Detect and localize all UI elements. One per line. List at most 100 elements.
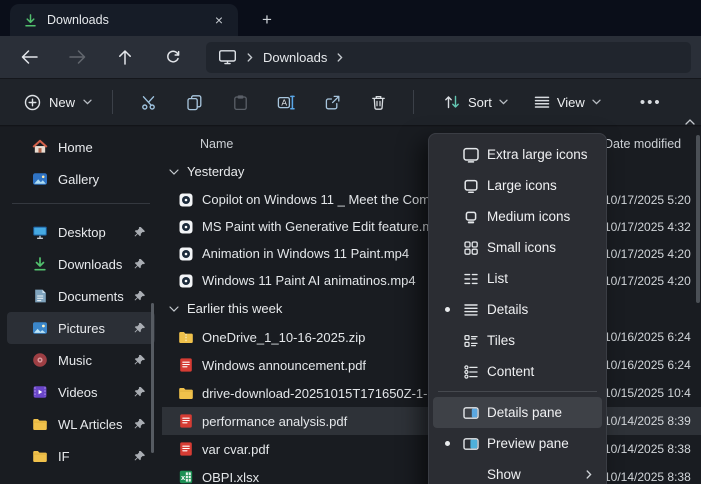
sidebar-item-if[interactable]: IF (7, 440, 155, 472)
list-scrollbar[interactable] (696, 135, 700, 303)
pin-icon (134, 290, 146, 302)
view-button-label: View (557, 95, 585, 110)
mp4-file-icon (178, 273, 194, 289)
menu-item-small-icons[interactable]: Small icons (433, 232, 602, 263)
view-dropdown-menu: Extra large icons Large icons Medium ico… (428, 133, 607, 484)
folder-icon (32, 416, 48, 432)
home-icon (32, 139, 48, 155)
sidebar-scrollbar[interactable] (151, 303, 154, 453)
download-icon (32, 256, 48, 272)
sidebar-item-label: Desktop (58, 225, 124, 240)
file-name: var cvar.pdf (202, 442, 269, 457)
share-icon (324, 94, 341, 111)
navigation-pane: Home Gallery Desktop (0, 127, 162, 484)
sidebar-item-wl-articles[interactable]: WL Articles (7, 408, 155, 440)
column-header-date-modified[interactable]: Date modified (604, 137, 701, 151)
file-date: 10/17/2025 5:20 (604, 193, 701, 207)
scissors-icon (140, 94, 157, 111)
sort-icon (443, 94, 461, 110)
download-icon (23, 13, 38, 28)
menu-item-list[interactable]: List (433, 263, 602, 294)
delete-button[interactable] (355, 84, 401, 120)
file-name: OBPI.xlsx (202, 470, 259, 484)
close-icon[interactable]: × (210, 12, 228, 28)
back-button[interactable] (8, 41, 50, 73)
file-date: 10/16/2025 6:24 (604, 358, 701, 372)
sidebar-item-label: Downloads (58, 257, 124, 272)
sidebar-item-gallery[interactable]: Gallery (7, 163, 155, 195)
chevron-right-icon[interactable] (337, 53, 343, 62)
scroll-up-icon[interactable] (685, 119, 695, 125)
forward-button[interactable] (56, 41, 98, 73)
sidebar-item-home[interactable]: Home (7, 131, 155, 163)
new-tab-button[interactable]: + (256, 10, 278, 30)
new-button[interactable]: New (16, 88, 100, 117)
menu-item-large-icons[interactable]: Large icons (433, 170, 602, 201)
menu-item-show[interactable]: Show (433, 459, 602, 484)
menu-item-tiles[interactable]: Tiles (433, 325, 602, 356)
radio-dot-icon (439, 307, 455, 312)
file-name: drive-download-20251015T171650Z-1-001. (202, 386, 453, 401)
this-pc-icon (218, 49, 237, 65)
up-button[interactable] (104, 41, 146, 73)
submenu-chevron-icon (586, 470, 598, 479)
sidebar-item-pictures[interactable]: Pictures (7, 312, 155, 344)
tab-downloads[interactable]: Downloads × (10, 4, 238, 36)
chevron-right-icon (247, 53, 253, 62)
sidebar-item-documents[interactable]: Documents (7, 280, 155, 312)
sort-button[interactable]: Sort (434, 88, 517, 116)
menu-item-preview-pane[interactable]: Preview pane (433, 428, 602, 459)
chevron-down-icon (83, 99, 92, 105)
tab-title: Downloads (47, 13, 201, 27)
chevron-down-icon (592, 99, 601, 105)
zip-file-icon (178, 329, 194, 345)
menu-item-content[interactable]: Content (433, 356, 602, 387)
trash-icon (370, 94, 387, 111)
folder-icon (32, 448, 48, 464)
file-name: Windows 11 Paint AI animatinos.mp4 (202, 273, 416, 288)
pin-icon (134, 226, 146, 238)
pdf-file-icon (178, 413, 194, 429)
folder-icon (178, 385, 194, 401)
copy-icon (186, 94, 203, 111)
copy-button[interactable] (171, 84, 217, 120)
view-button[interactable]: View (525, 89, 610, 116)
menu-item-details-pane[interactable]: Details pane (433, 397, 602, 428)
sidebar-item-label: Documents (58, 289, 124, 304)
paste-button[interactable] (217, 84, 263, 120)
radio-dot-icon (439, 441, 455, 446)
pin-icon (134, 418, 146, 430)
menu-item-medium-icons[interactable]: Medium icons (433, 201, 602, 232)
file-name: Copilot on Windows 11 _ Meet the Compu (202, 192, 445, 207)
pin-icon (134, 354, 146, 366)
more-options-button[interactable]: ••• (630, 90, 672, 115)
cut-button[interactable] (125, 84, 171, 120)
refresh-icon[interactable] (152, 41, 194, 73)
address-bar[interactable]: Downloads (206, 42, 691, 73)
rename-button[interactable]: A (263, 84, 309, 120)
large-icons-icon (459, 177, 483, 195)
pin-icon (134, 258, 146, 270)
file-name: Windows announcement.pdf (202, 358, 366, 373)
rename-icon: A (277, 94, 295, 111)
sidebar-item-videos[interactable]: Videos (7, 376, 155, 408)
sidebar-item-label: Gallery (58, 172, 155, 187)
plus-circle-icon (24, 94, 41, 111)
share-button[interactable] (309, 84, 355, 120)
chevron-down-icon (169, 169, 179, 175)
menu-item-details[interactable]: Details (433, 294, 602, 325)
menu-item-extra-large-icons[interactable]: Extra large icons (433, 139, 602, 170)
gallery-icon (32, 171, 48, 187)
sidebar-item-desktop[interactable]: Desktop (7, 216, 155, 248)
breadcrumb-downloads[interactable]: Downloads (263, 50, 327, 65)
music-icon (32, 352, 48, 368)
svg-text:A: A (281, 97, 287, 107)
view-icon (534, 95, 550, 109)
file-name: MS Paint with Generative Edit feature.mp… (202, 219, 448, 234)
sidebar-item-downloads[interactable]: Downloads (7, 248, 155, 280)
sidebar-item-music[interactable]: Music (7, 344, 155, 376)
file-date: 10/17/2025 4:20 (604, 274, 701, 288)
menu-separator (438, 391, 597, 392)
desktop-icon (32, 224, 48, 240)
file-date: 10/17/2025 4:20 (604, 247, 701, 261)
